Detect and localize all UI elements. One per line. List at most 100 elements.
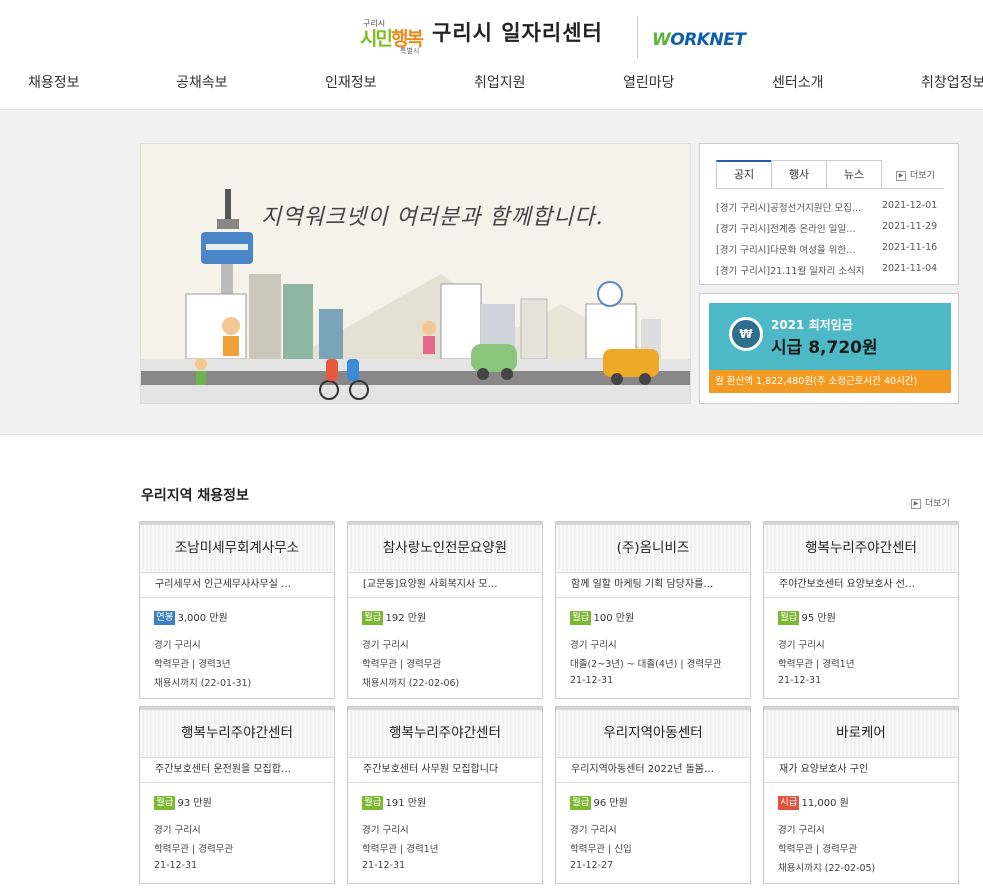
pay-amount: 93 만원: [177, 798, 212, 809]
job-requirements: 학력무관 | 경력무관: [154, 844, 234, 855]
wage-title: 2021 최저임금: [771, 318, 853, 332]
job-card[interactable]: 조남미세무회계사무소 구리세무서 인근세무사사무실 … 연봉 3,000 만원경기 구…: [139, 521, 335, 699]
nav-item-public-recruit[interactable]: 공채속보: [176, 72, 228, 92]
job-region: 경기 구리시: [362, 825, 409, 836]
job-region: 경기 구리시: [154, 825, 201, 836]
nav-item-startup[interactable]: 취창업정보: [921, 72, 983, 92]
pay-amount: 3,000 만원: [177, 613, 228, 624]
job-company[interactable]: 조남미세무회계사무소: [140, 522, 334, 573]
job-company[interactable]: 행복누리주야간센터: [764, 522, 958, 573]
job-card[interactable]: 행복누리주야간센터 주야간보호센터 요양보호사 선… 월급 95 만원경기 구리시학력…: [763, 521, 959, 699]
job-card[interactable]: 행복누리주야간센터 주간보호센터 운전원을 모집합… 월급 93 만원경기 구리시학력…: [139, 706, 335, 884]
jobs-section-title: 우리지역 채용정보: [141, 488, 249, 504]
wage-amount: 시급 8,720원: [771, 338, 878, 358]
job-card[interactable]: 참사랑노인전문요양원 [교문동]요양원 사회복지사 모… 월급 192 만원 경기 구리…: [347, 521, 543, 699]
site-header: 구리시 시민행복 특별시 구리시 일자리센터 WORKNET 채용정보 공채속보…: [0, 0, 983, 110]
notice-more-link[interactable]: ▶ 더보기: [896, 168, 935, 181]
job-requirements: 대졸(2~3년) ~ 대졸(4년) | 경력무관: [570, 659, 722, 670]
job-pay: 월급 96 만원: [570, 794, 628, 810]
nav-item-recruit[interactable]: 채용정보: [28, 72, 80, 92]
job-requirements: 학력무관 | 경력3년: [154, 659, 231, 670]
pay-amount: 95 만원: [801, 613, 836, 624]
city-logo[interactable]: 구리시 시민행복 특별시: [360, 14, 426, 56]
job-requirements: 학력무관 | 경력1년: [778, 659, 855, 670]
pay-amount: 191 만원: [385, 798, 427, 809]
notice-item[interactable]: [경기 구리시]다문화 여성을 위한… 2021-11-16: [716, 242, 946, 260]
job-region: 경기 구리시: [778, 640, 825, 651]
notice-item[interactable]: [경기 구리시]공정선거지원단 모집… 2021-12-01: [716, 200, 946, 218]
job-deadline: 채용시까지 (22-02-05): [778, 863, 876, 874]
job-description[interactable]: 구리세무서 인근세무사사무실 …: [140, 573, 334, 598]
job-pay: 월급 93 만원: [154, 794, 212, 810]
job-description[interactable]: 주야간보호센터 요양보호사 선…: [764, 573, 958, 598]
tab-notice[interactable]: 공지: [716, 160, 772, 189]
pay-type-badge: 월급: [570, 796, 592, 810]
pay-amount: 96 만원: [593, 798, 628, 809]
wage-monthly-bar: 월 환산액 1,822,480원(주 소정근로시간 40시간): [709, 370, 951, 393]
nav-item-talent[interactable]: 인재정보: [325, 72, 377, 92]
job-requirements: 학력무관 | 경력무관: [778, 844, 858, 855]
job-region: 경기 구리시: [778, 825, 825, 836]
tab-news[interactable]: 뉴스: [826, 160, 882, 189]
pay-amount: 11,000 원: [801, 798, 849, 809]
job-description[interactable]: 주간보호센터 운전원을 모집합…: [140, 758, 334, 783]
pay-type-badge: 월급: [778, 611, 800, 625]
pay-type-badge: 월급: [362, 796, 384, 810]
arrow-right-icon: ▶: [911, 498, 921, 509]
site-title[interactable]: 구리시 일자리센터: [432, 17, 603, 47]
nav-item-open-forum[interactable]: 열린마당: [623, 72, 675, 92]
job-requirements: 학력무관 | 신입: [570, 844, 632, 855]
job-card[interactable]: 우리지역아동센터 우리지역아동센터 2022년 돌봄… 월급 96 만원경기 구리시학…: [555, 706, 751, 884]
job-deadline: 21-12-27: [570, 860, 614, 871]
pay-amount: 192 만원: [385, 613, 427, 624]
job-deadline: 21-12-31: [154, 860, 198, 871]
jobs-more-link[interactable]: ▶ 더보기: [911, 496, 950, 509]
job-region: 경기 구리시: [362, 640, 409, 651]
pay-type-badge: 연봉: [154, 611, 176, 625]
job-region: 경기 구리시: [154, 640, 201, 651]
main-banner[interactable]: 지역워크넷이 여러분과 함께합니다.: [140, 143, 691, 404]
job-deadline: 21-12-31: [570, 675, 614, 686]
job-company[interactable]: 행복누리주야간센터: [140, 707, 334, 758]
notice-item[interactable]: [경기 구리시]21.11월 일자리 소식지 2021-11-04: [716, 263, 946, 281]
arrow-right-icon: ▶: [896, 170, 906, 181]
minimum-wage-banner[interactable]: ₩ 2021 최저임금 시급 8,720원 월 환산액 1,822,480원(주…: [709, 303, 951, 393]
job-description[interactable]: [교문동]요양원 사회복지사 모…: [348, 573, 542, 598]
pay-type-badge: 월급: [570, 611, 592, 625]
job-pay: 월급 191 만원: [362, 794, 426, 810]
tabs-divider: [716, 188, 944, 189]
pay-amount: 100 만원: [593, 613, 635, 624]
nav-item-job-support[interactable]: 취업지원: [474, 72, 526, 92]
job-deadline: 21-12-31: [778, 675, 822, 686]
pay-type-badge: 월급: [154, 796, 176, 810]
job-card[interactable]: (주)옴니비즈 함께 일할 마케팅 기획 담당자를… 월급 100 만원 경기 구리시 대…: [555, 521, 751, 699]
notice-item[interactable]: [경기 구리시]전계층 온라인 일일… 2021-11-29: [716, 221, 946, 239]
banner-slogan: 지역워크넷이 여러분과 함께합니다.: [261, 205, 604, 230]
nav-item-about[interactable]: 센터소개: [772, 72, 824, 92]
job-company[interactable]: 행복누리주야간센터: [348, 707, 542, 758]
job-deadline: 채용시까지 (22-02-06): [362, 678, 460, 689]
job-pay: 월급 95 만원: [778, 609, 836, 625]
job-company[interactable]: (주)옴니비즈: [556, 522, 750, 573]
job-card[interactable]: 바로케어 재가 요양보호사 구인시급 11,000 원경기 구리시학력무관 | 경력…: [763, 706, 959, 884]
job-company[interactable]: 참사랑노인전문요양원: [348, 522, 542, 573]
job-region: 경기 구리시: [570, 825, 617, 836]
visual-section: 지역워크넷이 여러분과 함께합니다. 공지 행사 뉴스 ▶ 더보기 [경기 구리시…: [0, 110, 983, 435]
job-description[interactable]: 주간보호센터 사무원 모집합니다: [348, 758, 542, 783]
job-company[interactable]: 바로케어: [764, 707, 958, 758]
worknet-logo[interactable]: WORKNET: [652, 30, 746, 50]
main-nav: 채용정보 공채속보 인재정보 취업지원 열린마당 센터소개 취창업정보: [0, 72, 983, 96]
notice-box: 공지 행사 뉴스 ▶ 더보기 [경기 구리시]공정선거지원단 모집… 2021-12…: [699, 143, 959, 285]
job-pay: 월급 100 만원: [570, 609, 634, 625]
job-card[interactable]: 행복누리주야간센터 주간보호센터 사무원 모집합니다 월급 191 만원 경기 구리시 학…: [347, 706, 543, 884]
job-description[interactable]: 함께 일할 마케팅 기획 담당자를…: [556, 573, 750, 598]
job-pay: 연봉 3,000 만원: [154, 609, 228, 625]
job-description[interactable]: 재가 요양보호사 구인: [764, 758, 958, 783]
job-description[interactable]: 우리지역아동센터 2022년 돌봄…: [556, 758, 750, 783]
pay-type-badge: 시급: [778, 796, 800, 810]
minimum-wage-box: ₩ 2021 최저임금 시급 8,720원 월 환산액 1,822,480원(주…: [699, 293, 959, 404]
tab-events[interactable]: 행사: [771, 160, 827, 189]
logo-divider: [637, 16, 638, 58]
job-pay: 시급 11,000 원: [778, 794, 849, 810]
job-company[interactable]: 우리지역아동센터: [556, 707, 750, 758]
